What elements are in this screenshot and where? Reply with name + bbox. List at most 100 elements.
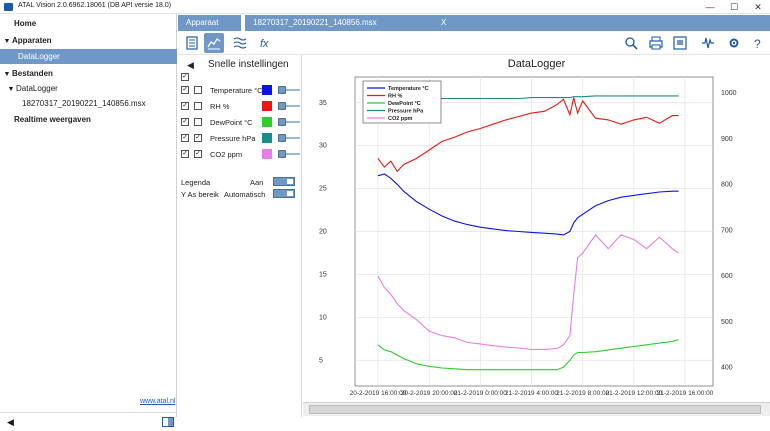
print-button[interactable] [646, 33, 666, 53]
sidebar: Home ▼ Apparaten DataLogger ▼ Bestanden ▼ D… [0, 14, 177, 427]
legend-label: RH % [388, 94, 402, 100]
sidebar-item-bestanden[interactable]: ▼ Bestanden [0, 66, 177, 81]
tab-file[interactable]: 18270317_20190221_140856.msx X [245, 15, 770, 31]
line-width-slider[interactable] [278, 150, 300, 158]
sidebar-item-datalogger-device[interactable]: DataLogger [0, 49, 177, 64]
horizontal-scrollbar[interactable] [303, 402, 770, 416]
maximize-button[interactable]: ☐ [722, 0, 746, 14]
series-label: DewPoint °C [210, 118, 253, 127]
collapse-arrow-icon[interactable]: ◀ [7, 417, 14, 428]
settings-title: Snelle instellingen [208, 59, 289, 70]
legend-label: Legenda [181, 178, 211, 187]
close-button[interactable]: ✕ [746, 0, 770, 14]
sidebar-item-label: DataLogger [16, 84, 58, 93]
scrollbar-thumb[interactable] [309, 405, 761, 414]
y-right-tick-label: 900 [721, 136, 733, 143]
help-button[interactable]: ? [748, 33, 768, 53]
sidebar-item-label: 18270317_20190221_140856.msx [22, 99, 146, 108]
color-swatch[interactable] [262, 117, 272, 127]
axis-checkbox[interactable]: ✓ [194, 134, 202, 142]
x-tick-label: 20-2-2019 20:00:00 [401, 390, 458, 397]
color-swatch[interactable] [262, 133, 272, 143]
select-all-checkbox[interactable]: ✓ [181, 73, 189, 81]
tab-bar: Apparaat 18270317_20190221_140856.msx X [178, 14, 770, 31]
series-row: ✓ RH % [178, 101, 302, 113]
sidebar-item-datalogger-files[interactable]: ▼ DataLogger [0, 81, 177, 96]
legend-label: CO2 ppm [388, 116, 413, 122]
chevron-down-icon[interactable]: ▼ [6, 82, 16, 97]
color-swatch[interactable] [262, 85, 272, 95]
app-logo-icon [4, 3, 13, 11]
color-swatch[interactable] [262, 149, 272, 159]
sidebar-item-apparaten[interactable]: ▼ Apparaten [0, 33, 177, 48]
document-icon [186, 36, 198, 50]
sidebar-item-label: Home [14, 19, 37, 28]
series-button[interactable] [230, 33, 250, 53]
visible-checkbox[interactable]: ✓ [181, 86, 189, 94]
sidebar-item-label: DataLogger [18, 52, 60, 61]
sidebar-item-label: Apparaten [12, 36, 52, 45]
chevron-down-icon[interactable]: ▼ [2, 34, 12, 49]
series-label: Pressure hPa [210, 134, 256, 143]
zoom-button[interactable] [621, 33, 641, 53]
line-chart[interactable]: 20-2-2019 16:00:0020-2-2019 20:00:00 21-2… [303, 55, 770, 400]
series-label: Temperature °C [210, 86, 263, 95]
sidebar-item-label: Bestanden [12, 69, 53, 78]
x-tick-label: 21-2-2019 8:00:00 [556, 390, 610, 397]
color-swatch[interactable] [262, 101, 272, 111]
visible-checkbox[interactable]: ✓ [181, 134, 189, 142]
back-arrow-icon[interactable]: ◀ [187, 60, 194, 71]
y-right-tick-label: 400 [721, 365, 733, 372]
tab-close-button[interactable]: X [441, 15, 446, 31]
yaxis-range-label: Y As bereik [181, 190, 219, 199]
chevron-down-icon[interactable]: ▼ [2, 67, 12, 82]
tab-apparaat[interactable]: Apparaat [178, 15, 241, 31]
chart-settings-button[interactable] [204, 33, 224, 53]
title-bar: ATAL Vision 2.0.6962.18061 (DB API versi… [0, 0, 770, 14]
signal-icon [702, 37, 714, 49]
line-width-slider[interactable] [278, 86, 300, 94]
signal-button[interactable] [698, 33, 718, 53]
visible-checkbox[interactable]: ✓ [181, 102, 189, 110]
panel-toggle-icon[interactable] [162, 417, 174, 427]
formula-icon: fx [260, 38, 269, 50]
report-button[interactable] [182, 33, 202, 53]
sidebar-item-home[interactable]: Home [0, 16, 177, 31]
quick-settings-panel: ◀ Snelle instellingen ✓ ✓ Temperature °C… [178, 55, 302, 417]
axis-checkbox[interactable] [194, 118, 202, 126]
export-button[interactable] [670, 33, 690, 53]
y-left-tick-label: 5 [319, 357, 323, 364]
x-tick-label: 21-2-2019 16:00:00 [657, 390, 714, 397]
axis-checkbox[interactable] [194, 86, 202, 94]
y-left-tick-label: 10 [319, 314, 327, 321]
axis-checkbox[interactable] [194, 102, 202, 110]
axis-checkbox[interactable]: ✓ [194, 150, 202, 158]
legend-toggle[interactable] [273, 177, 295, 186]
visible-checkbox[interactable]: ✓ [181, 150, 189, 158]
y-right-tick-label: 800 [721, 182, 733, 189]
waves-icon [233, 37, 247, 49]
sidebar-item-realtime[interactable]: Realtime weergaven [0, 112, 177, 127]
series-row: ✓ ✓ Pressure hPa [178, 133, 302, 145]
line-width-slider[interactable] [278, 102, 300, 110]
x-tick-label: 20-2-2019 16:00:00 [350, 390, 407, 397]
series-label: CO2 ppm [210, 150, 243, 159]
line-width-slider[interactable] [278, 118, 300, 126]
series-row: ✓ ✓ CO2 ppm [178, 149, 302, 161]
y-left-tick-label: 25 [319, 186, 327, 193]
y-left-tick-label: 20 [319, 229, 327, 236]
yaxis-range-toggle[interactable] [273, 189, 295, 198]
yaxis-range-value: Automatisch [224, 190, 266, 199]
settings-button[interactable] [724, 33, 744, 53]
y-left-tick-label: 30 [319, 143, 327, 150]
y-right-tick-label: 700 [721, 227, 733, 234]
minimize-button[interactable]: — [698, 0, 722, 14]
visible-checkbox[interactable]: ✓ [181, 118, 189, 126]
formula-button[interactable]: fx [256, 33, 276, 53]
magnifier-icon [625, 37, 638, 50]
atal-website-link[interactable]: www.atal.nl [140, 398, 175, 405]
sidebar-footer: ◀ [0, 412, 177, 431]
line-width-slider[interactable] [278, 134, 300, 142]
sidebar-item-file[interactable]: 18270317_20190221_140856.msx [0, 96, 177, 111]
series-row: ✓ DewPoint °C [178, 117, 302, 129]
